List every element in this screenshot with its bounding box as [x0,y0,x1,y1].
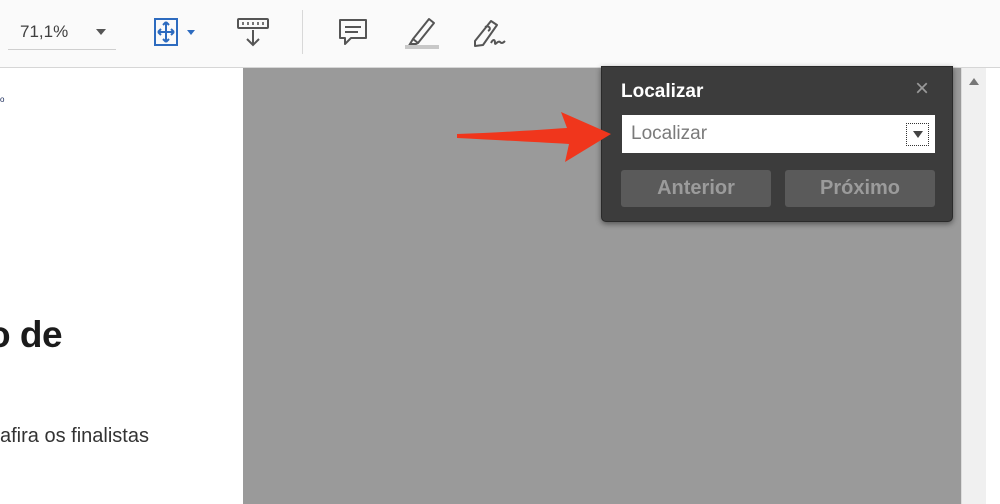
document-page: o o de afira os finalistas [0,68,243,504]
find-input[interactable] [622,115,902,153]
sign-button[interactable] [466,12,512,52]
document-heading: o de [0,314,63,355]
document-small-text: o [0,95,5,104]
fit-page-icon [154,18,195,46]
find-history-dropdown[interactable] [906,123,929,146]
scroll-mode-icon [237,18,269,47]
comment-button[interactable] [332,12,374,52]
chevron-down-icon [912,131,923,138]
zoom-select[interactable]: 71,1% [8,14,116,50]
sign-icon [474,20,506,47]
previous-button[interactable]: Anterior [621,170,771,207]
document-body-text: afira os finalistas [0,425,149,447]
find-input-container [622,115,935,153]
next-button[interactable]: Próximo [785,170,935,207]
comment-icon [339,19,367,45]
scroll-mode-button[interactable] [230,12,276,52]
find-panel-title: Localizar [621,81,704,102]
scroll-up-button[interactable] [962,68,986,94]
highlight-button[interactable] [400,12,442,52]
vertical-scrollbar[interactable] [961,68,986,504]
highlight-icon [405,18,439,49]
toolbar: 71,1% [0,0,1000,68]
chevron-down-icon [96,28,106,35]
close-icon[interactable]: × [910,77,934,101]
zoom-value: 71,1% [20,21,69,41]
chevron-up-icon [969,77,979,85]
arrow-annotation-icon [457,112,611,162]
toolbar-separator [302,10,303,54]
window-edge [986,68,1000,504]
fit-page-button[interactable] [148,12,202,52]
find-panel: Localizar × Anterior Próximo [601,66,953,222]
